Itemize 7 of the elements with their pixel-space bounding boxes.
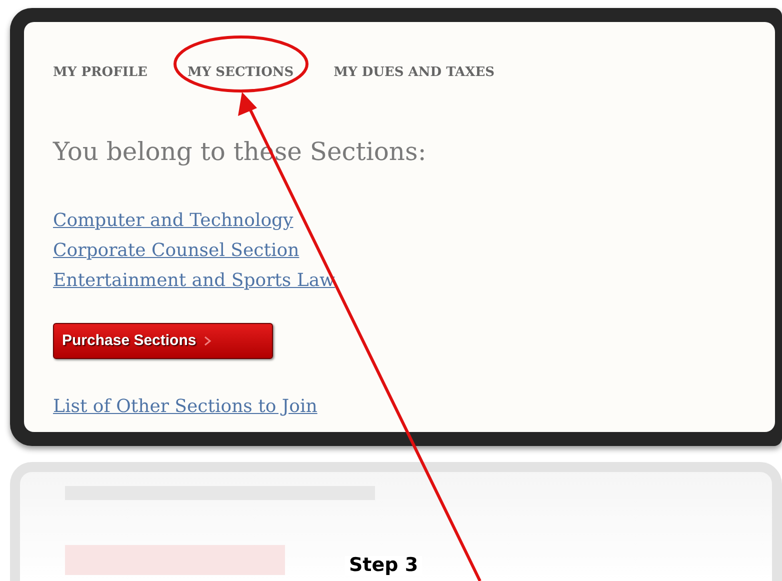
nav-tab[interactable]: MY SECTIONS (187, 66, 294, 79)
nav-tab[interactable]: MY DUES AND TAXES (334, 66, 495, 79)
purchase-sections-button[interactable]: Purchase Sections (53, 323, 273, 359)
section-link[interactable]: Corporate Counsel Section (53, 236, 300, 266)
nav-tab[interactable]: MY PROFILE (53, 66, 148, 79)
other-sections-link[interactable]: List of Other Sections to Join (53, 393, 318, 420)
section-link[interactable]: Computer and Technology (53, 206, 294, 236)
